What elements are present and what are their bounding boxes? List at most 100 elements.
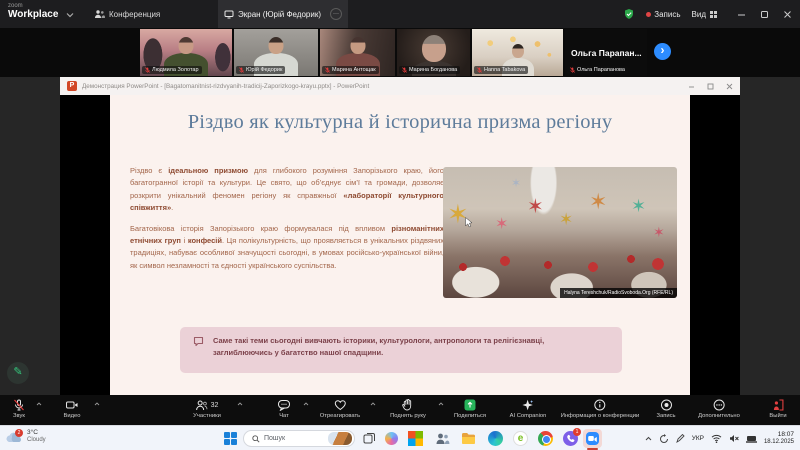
chevron-down-icon[interactable] bbox=[66, 12, 74, 18]
participant-video-camera-off[interactable]: Ольга Парапан... Ольга Парапанова bbox=[565, 29, 647, 76]
meeting-info-button[interactable]: Информация о конференции bbox=[561, 399, 639, 419]
info-icon bbox=[594, 399, 606, 411]
maximize-icon[interactable] bbox=[707, 83, 714, 90]
participant-video[interactable]: Юрій Федорик bbox=[234, 29, 318, 76]
chevron-up-icon[interactable] bbox=[36, 402, 42, 406]
slide-callout: Саме такі теми сьогодні вивчають історик… bbox=[180, 327, 622, 373]
powerpoint-titlebar: P Демонстрация PowerPoint - [Bagatomanit… bbox=[60, 77, 740, 95]
date: 18.12.2025 bbox=[764, 439, 794, 447]
sparkle-icon bbox=[522, 399, 534, 411]
record-icon bbox=[660, 399, 672, 411]
monitor-icon bbox=[224, 10, 234, 19]
next-participants-button[interactable]: › bbox=[654, 43, 671, 60]
pen-input-icon[interactable] bbox=[676, 434, 685, 443]
more-button[interactable]: Дополнительно bbox=[698, 399, 740, 419]
search-input[interactable]: Пошук bbox=[243, 430, 355, 447]
task-view-icon bbox=[363, 432, 376, 445]
wifi-icon[interactable] bbox=[711, 434, 722, 443]
keyboard-language[interactable]: УКР bbox=[692, 435, 704, 442]
slide-paragraph-1: Різдво є ідеальною призмою для глибокого… bbox=[130, 165, 444, 215]
notification-badge: 2 bbox=[15, 429, 23, 437]
start-button[interactable] bbox=[224, 432, 237, 445]
tab-screen-share[interactable]: Экран (Юрій Федорик) ··· bbox=[218, 0, 348, 28]
christmas-star-icon: ✶ bbox=[527, 197, 544, 217]
hidden-icons-chevron[interactable] bbox=[645, 436, 652, 441]
minimize-icon[interactable] bbox=[737, 10, 746, 19]
slide-paragraph-2: Багатовікова історія Запорізького краю ф… bbox=[130, 223, 444, 273]
video-button[interactable]: Видео bbox=[64, 399, 81, 419]
participant-video[interactable]: Людмила Золотар bbox=[140, 29, 232, 76]
ai-companion-button[interactable]: AI Companion bbox=[510, 399, 547, 419]
powerpoint-logo-icon: P bbox=[67, 81, 77, 91]
powerpoint-window: P Демонстрация PowerPoint - [Bagatomanit… bbox=[60, 77, 740, 395]
recording-indicator[interactable]: Запись bbox=[646, 10, 680, 19]
clock[interactable]: 18:07 18.12.2025 bbox=[764, 431, 794, 447]
slide-body-text: Різдво є ідеальною призмою для глибокого… bbox=[130, 165, 444, 280]
participant-video[interactable]: Hanna Tabakova bbox=[472, 29, 563, 76]
search-icon bbox=[252, 435, 260, 443]
tab-screen-label: Экран (Юрій Федорик) bbox=[238, 10, 321, 19]
participants-button[interactable]: 32 Участники bbox=[193, 399, 221, 419]
file-explorer-icon[interactable] bbox=[461, 431, 476, 446]
share-screen-button[interactable]: Поделиться bbox=[454, 399, 486, 419]
chevron-up-icon[interactable] bbox=[438, 402, 444, 406]
participant-video[interactable]: Марина Богданова bbox=[397, 29, 470, 76]
microsoft-365-icon[interactable] bbox=[408, 431, 423, 446]
raise-hand-button[interactable]: Поднять руку bbox=[390, 399, 426, 419]
task-view-button[interactable] bbox=[363, 432, 376, 445]
christmas-star-icon: ✶ bbox=[589, 191, 607, 213]
viber-icon[interactable]: 1 bbox=[563, 431, 578, 446]
zoom-workplace-logo: zoom Workplace bbox=[8, 3, 58, 20]
close-icon[interactable] bbox=[783, 10, 792, 19]
react-button[interactable]: Отреагировать bbox=[320, 399, 360, 419]
eset-antivirus-icon[interactable]: e bbox=[513, 431, 528, 446]
christmas-star-icon: ✶ bbox=[495, 217, 508, 233]
people-icon bbox=[94, 9, 105, 19]
chat-button[interactable]: Чат bbox=[278, 399, 291, 419]
share-screen-icon bbox=[464, 399, 476, 411]
record-button[interactable]: Запись bbox=[656, 399, 675, 419]
maximize-icon[interactable] bbox=[760, 10, 769, 19]
minimize-icon[interactable] bbox=[688, 83, 695, 90]
tab-meeting[interactable]: Конференция bbox=[88, 0, 166, 28]
edge-browser-icon[interactable] bbox=[488, 431, 503, 446]
close-icon[interactable] bbox=[726, 83, 733, 90]
participant-name-label: Марина Богданова bbox=[399, 66, 460, 74]
chevron-up-icon[interactable] bbox=[237, 402, 243, 406]
participant-video-active-speaker[interactable]: Марина Антощак bbox=[320, 29, 395, 76]
annotation-pencil-button[interactable]: ✎ bbox=[7, 362, 29, 384]
device-icon[interactable] bbox=[746, 435, 757, 443]
participant-video-strip: Людмила Золотар Юрій Федорик Марина Анто… bbox=[0, 28, 800, 77]
windows-taskbar: 2 3°C Cloudy Пошук e bbox=[0, 425, 800, 450]
chevron-up-icon[interactable] bbox=[370, 402, 376, 406]
mic-muted-icon bbox=[13, 399, 25, 411]
view-button[interactable]: Вид bbox=[692, 10, 718, 19]
christmas-star-icon: ✶ bbox=[653, 225, 665, 239]
slideshow-stage: Різдво як культурна й історична призма р… bbox=[60, 95, 740, 395]
christmas-star-icon: ✶ bbox=[631, 197, 646, 215]
speech-bubble-icon bbox=[193, 336, 204, 347]
zoom-app-icon-active[interactable] bbox=[583, 429, 602, 448]
leave-icon bbox=[772, 399, 784, 411]
heart-icon bbox=[334, 399, 347, 411]
grid-icon bbox=[709, 10, 718, 19]
volume-muted-icon[interactable] bbox=[729, 434, 739, 443]
christmas-star-icon: ✶ bbox=[511, 177, 521, 189]
mic-muted-icon bbox=[145, 67, 150, 73]
mic-muted-icon bbox=[325, 67, 330, 73]
weather-widget[interactable]: 2 3°C Cloudy bbox=[6, 429, 46, 445]
view-label: Вид bbox=[692, 10, 706, 19]
tab-more-icon[interactable]: ··· bbox=[330, 8, 342, 20]
security-shield-icon[interactable] bbox=[623, 8, 635, 20]
chrome-browser-icon[interactable] bbox=[538, 431, 553, 446]
chevron-up-icon[interactable] bbox=[303, 402, 309, 406]
people-app-icon[interactable] bbox=[435, 431, 450, 446]
copilot-icon[interactable] bbox=[385, 432, 398, 445]
camera-icon bbox=[66, 399, 79, 411]
mute-button[interactable]: Звук bbox=[13, 399, 25, 419]
sync-icon[interactable] bbox=[659, 434, 669, 444]
participant-name-label: Юрій Федорик bbox=[236, 66, 285, 74]
notification-badge: 1 bbox=[573, 428, 581, 436]
leave-meeting-button[interactable]: Выйти bbox=[769, 399, 786, 419]
chevron-up-icon[interactable] bbox=[94, 402, 100, 406]
